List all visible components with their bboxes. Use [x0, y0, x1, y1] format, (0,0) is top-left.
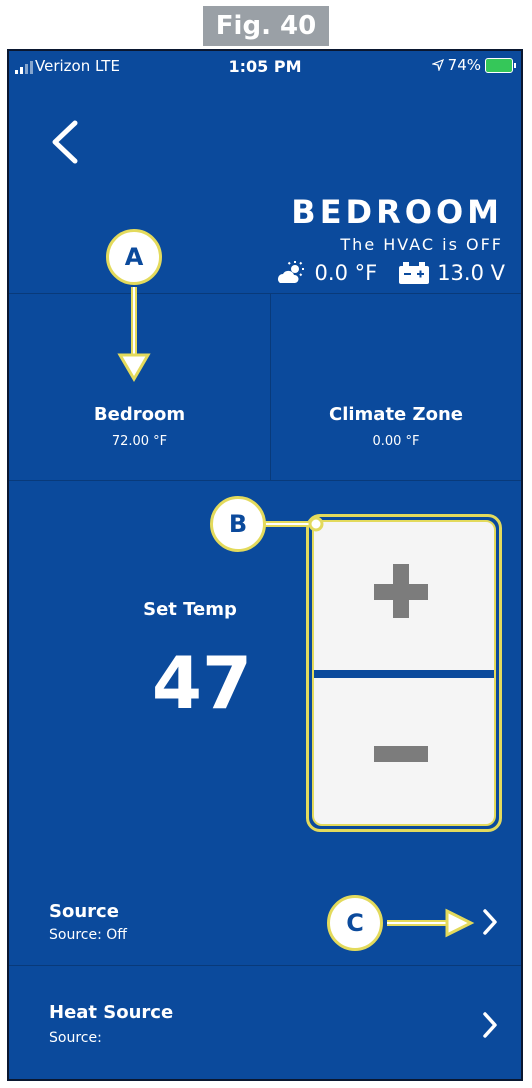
phone-screen: Verizon LTE 1:05 PM 74% BEDROOM The HVAC… — [7, 49, 523, 1081]
callout-b: B — [210, 496, 266, 552]
callout-a: A — [106, 229, 162, 285]
figure-label: Fig. 40 — [203, 6, 329, 46]
callout-connectors — [117, 287, 475, 938]
callout-c: C — [327, 895, 383, 951]
